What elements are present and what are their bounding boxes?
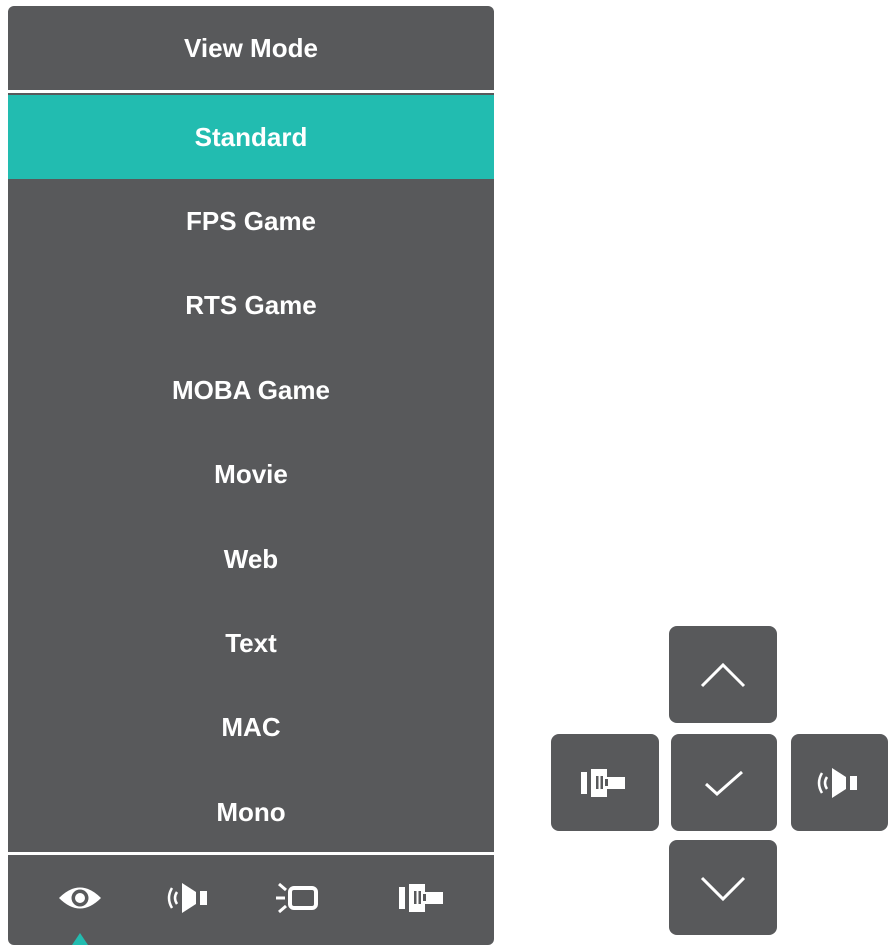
header-divider — [8, 90, 494, 93]
menu-item-rts-game[interactable]: RTS Game — [8, 264, 494, 348]
input-button[interactable] — [551, 734, 659, 831]
menu-item-mac[interactable]: MAC — [8, 686, 494, 770]
display-icon[interactable] — [268, 878, 328, 918]
confirm-button[interactable] — [671, 734, 777, 831]
down-arrow-icon — [700, 876, 746, 901]
menu-item-web[interactable]: Web — [8, 517, 494, 601]
audio-icon — [817, 767, 857, 798]
menu-item-movie[interactable]: Movie — [8, 433, 494, 517]
osd-menu-panel: View Mode Standard FPS Game RTS Game MOB… — [8, 6, 494, 945]
menu-item-mono[interactable]: Mono — [8, 770, 494, 854]
eye-icon[interactable] — [50, 878, 110, 918]
up-arrow-icon — [700, 662, 746, 687]
check-icon — [704, 770, 743, 796]
audio-icon[interactable] — [160, 878, 220, 918]
input-source-icon — [581, 768, 625, 797]
audio-button[interactable] — [791, 734, 888, 831]
osd-icon-bar — [8, 852, 494, 945]
down-button[interactable] — [669, 840, 777, 935]
view-mode-list: Standard FPS Game RTS Game MOBA Game Mov… — [8, 95, 494, 855]
up-button[interactable] — [669, 626, 777, 723]
menu-item-standard[interactable]: Standard — [8, 95, 494, 180]
menu-item-moba-game[interactable]: MOBA Game — [8, 348, 494, 432]
input-source-icon[interactable] — [393, 878, 453, 918]
menu-title: View Mode — [184, 32, 318, 63]
menu-item-text[interactable]: Text — [8, 601, 494, 685]
menu-item-fps-game[interactable]: FPS Game — [8, 179, 494, 263]
active-tab-indicator — [72, 932, 88, 945]
